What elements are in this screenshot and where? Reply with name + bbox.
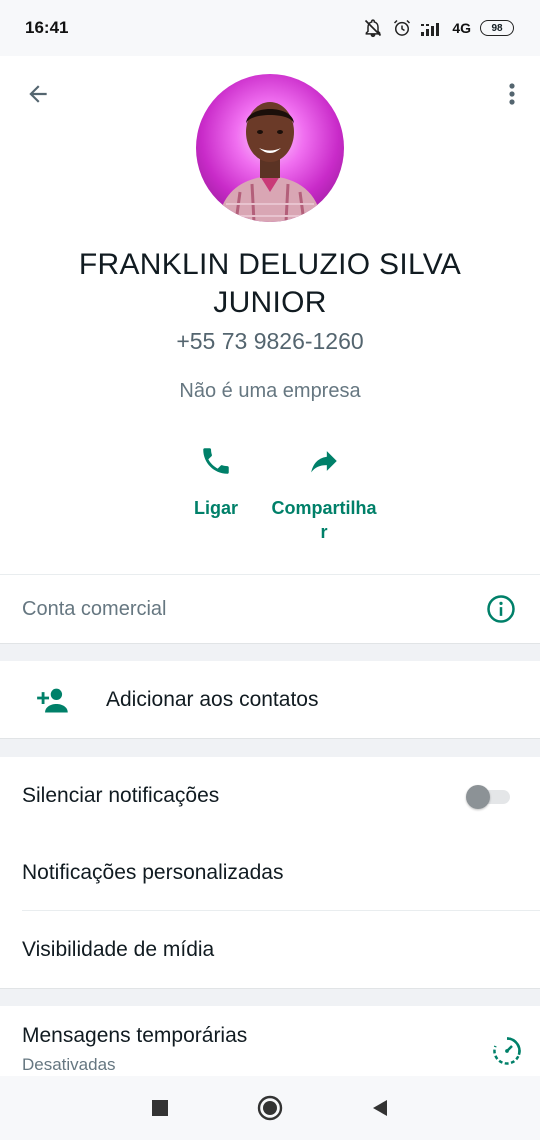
battery-icon: 98 bbox=[480, 20, 514, 36]
share-label: Compartilhar bbox=[271, 498, 377, 542]
avatar[interactable] bbox=[196, 74, 344, 222]
temporary-messages-label: Mensagens temporárias bbox=[22, 1024, 248, 1047]
back-button[interactable] bbox=[22, 78, 54, 110]
mute-notifications-label: Silenciar notificações bbox=[22, 784, 220, 807]
home-circle-icon bbox=[257, 1095, 283, 1121]
notification-settings: Silenciar notificações Notificações pers… bbox=[0, 757, 540, 989]
signal-icon bbox=[421, 23, 440, 36]
recents-button[interactable] bbox=[105, 1100, 215, 1116]
add-person-icon bbox=[37, 688, 68, 712]
timer-icon bbox=[493, 1037, 521, 1065]
call-label: Ligar bbox=[193, 498, 238, 518]
home-button[interactable] bbox=[215, 1095, 325, 1121]
back-nav-button[interactable] bbox=[325, 1099, 435, 1117]
business-account-label: Conta comercial bbox=[22, 597, 167, 620]
contact-name: FRANKLIN DELUZIO SILVA JUNIOR bbox=[78, 248, 462, 319]
square-icon bbox=[152, 1100, 168, 1116]
share-action[interactable]: Compartilhar bbox=[264, 444, 384, 544]
call-action[interactable]: Ligar bbox=[156, 444, 276, 520]
status-bar: 16:41 4G 98 bbox=[0, 0, 540, 56]
contact-header: FRANKLIN DELUZIO SILVA JUNIOR +55 73 982… bbox=[0, 56, 540, 574]
arrow-back-icon bbox=[29, 85, 47, 103]
business-status: Não é uma empresa bbox=[179, 380, 361, 402]
temporary-messages-row[interactable]: Mensagens temporárias Desativadas bbox=[0, 1006, 540, 1076]
media-visibility-label: Visibilidade de mídia bbox=[22, 938, 215, 961]
battery-level: 98 bbox=[491, 22, 503, 34]
share-icon bbox=[311, 451, 337, 473]
info-icon[interactable] bbox=[486, 594, 516, 624]
more-options-button[interactable] bbox=[502, 78, 522, 110]
temporary-messages-status: Desativadas bbox=[22, 1055, 116, 1074]
custom-notifications-row[interactable]: Notificações personalizadas bbox=[0, 835, 540, 911]
mute-notifications-row[interactable]: Silenciar notificações bbox=[0, 757, 540, 835]
mute-toggle[interactable] bbox=[466, 785, 510, 809]
add-to-contacts-label: Adicionar aos contatos bbox=[106, 687, 319, 711]
business-account-row[interactable]: Conta comercial bbox=[0, 574, 540, 644]
mute-icon bbox=[365, 19, 382, 38]
alarm-icon bbox=[394, 19, 411, 36]
status-icons: 4G 98 bbox=[363, 18, 514, 38]
system-navigation-bar bbox=[0, 1076, 540, 1140]
add-to-contacts-row[interactable]: Adicionar aos contatos bbox=[0, 661, 540, 739]
profile-photo bbox=[218, 102, 322, 222]
toggle-knob bbox=[466, 785, 490, 809]
phone-icon bbox=[203, 448, 229, 474]
custom-notifications-label: Notificações personalizadas bbox=[22, 861, 284, 884]
status-time: 16:41 bbox=[25, 18, 69, 37]
contact-phone: +55 73 9826-1260 bbox=[176, 328, 364, 354]
triangle-back-icon bbox=[373, 1100, 387, 1116]
network-type: 4G bbox=[452, 20, 471, 36]
more-vert-icon bbox=[509, 83, 515, 105]
media-visibility-row[interactable]: Visibilidade de mídia bbox=[0, 911, 540, 989]
